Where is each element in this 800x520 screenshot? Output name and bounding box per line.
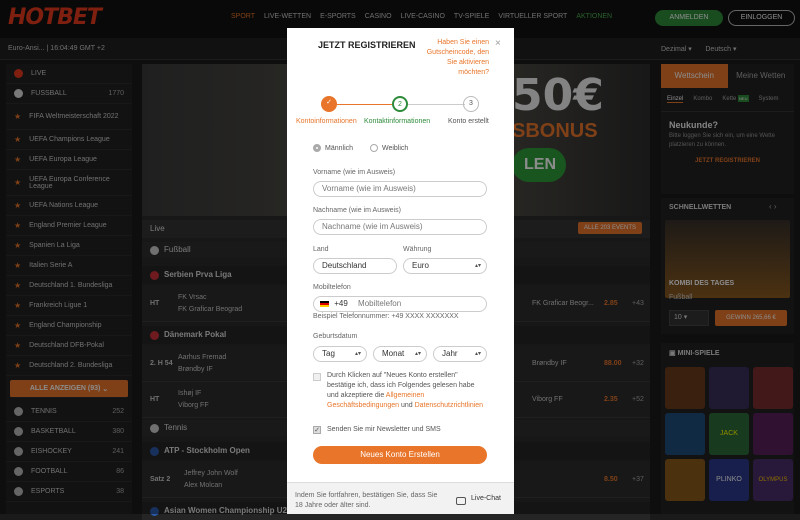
chevron-updown-icon: ▴▾ — [354, 351, 361, 357]
phone-placeholder: Mobiltelefon — [358, 299, 402, 308]
age-notice: Indem Sie fortfahren, bestätigen Sie, da… — [295, 492, 438, 509]
radio-label: Weiblich — [382, 144, 409, 152]
step-1-check-icon: ✓ — [321, 96, 337, 112]
country-select[interactable]: Deutschland — [313, 258, 397, 274]
privacy-link[interactable]: Datenschutzrichtlinien — [415, 402, 483, 409]
radio-icon — [313, 144, 321, 152]
gender-female-radio[interactable]: Weiblich — [370, 144, 408, 152]
chevron-updown-icon: ▴▾ — [414, 351, 421, 357]
dob-year-value: Jahr — [442, 349, 458, 358]
chevron-updown-icon: ▴▾ — [474, 351, 481, 357]
step-1-label: Kontoinformationen — [296, 118, 357, 125]
dob-day-value: Tag — [322, 349, 335, 358]
phone-label: Mobiltelefon — [313, 284, 351, 291]
dob-month-value: Monat — [382, 349, 405, 358]
voucher-code-link[interactable]: Haben Sie einen Gutscheincode, den Sie a… — [423, 38, 489, 78]
firstname-input[interactable]: Vorname (wie im Ausweis) — [313, 181, 487, 197]
dob-day-select[interactable]: Tag ▴▾ — [313, 346, 367, 362]
step-connector — [408, 104, 465, 105]
step-3-circle: 3 — [463, 96, 479, 112]
lastname-input[interactable]: Nachname (wie im Ausweis) — [313, 219, 487, 235]
modal-title: JETZT REGISTRIEREN — [318, 40, 416, 50]
close-icon[interactable]: × — [495, 38, 501, 49]
dob-month-select[interactable]: Monat ▴▾ — [373, 346, 427, 362]
germany-flag-icon — [320, 300, 329, 307]
modal-footer: Indem Sie fortfahren, bestätigen Sie, da… — [287, 482, 514, 514]
registration-steps: ✓ 2 3 Kontoinformationen Kontaktinformat… — [287, 96, 514, 132]
lastname-label: Nachname (wie im Ausweis) — [313, 207, 401, 214]
dob-year-select[interactable]: Jahr ▴▾ — [433, 346, 487, 362]
currency-label: Währung — [403, 246, 432, 253]
terms-and: und — [400, 402, 413, 409]
step-2-label: Kontaktinformationen — [364, 118, 431, 125]
create-account-button[interactable]: Neues Konto Erstellen — [313, 446, 487, 464]
newsletter-label: Senden Sie mir Newsletter und SMS — [327, 426, 441, 433]
phone-input[interactable]: +49 Mobiltelefon — [313, 296, 487, 312]
phone-hint: Beispiel Telefonnummer: +49 XXXX XXXXXXX — [313, 313, 459, 320]
currency-value: Euro — [412, 261, 429, 270]
step-2-circle: 2 — [392, 96, 408, 112]
terms-checkbox[interactable] — [313, 373, 321, 381]
step-connector — [337, 104, 392, 105]
firstname-label: Vorname (wie im Ausweis) — [313, 169, 396, 176]
currency-select[interactable]: Euro ▴▾ — [403, 258, 487, 274]
step-3-label: Konto erstellt — [448, 118, 489, 125]
radio-icon — [370, 144, 378, 152]
country-value: Deutschland — [322, 261, 367, 270]
newsletter-checkbox[interactable]: ✓ — [313, 426, 321, 434]
chat-icon[interactable] — [456, 497, 466, 505]
gender-male-radio[interactable]: Männlich — [313, 144, 353, 152]
registration-modal: JETZT REGISTRIEREN Haben Sie einen Gutsc… — [287, 28, 514, 514]
live-chat-button[interactable]: Live-Chat — [471, 495, 501, 502]
phone-prefix[interactable]: +49 — [334, 299, 348, 308]
dob-label: Geburtsdatum — [313, 333, 358, 340]
country-label: Land — [313, 246, 329, 253]
chevron-updown-icon: ▴▾ — [474, 263, 481, 269]
radio-label: Männlich — [325, 144, 354, 152]
terms-text: Durch Klicken auf "Neues Konto erstellen… — [327, 371, 487, 411]
